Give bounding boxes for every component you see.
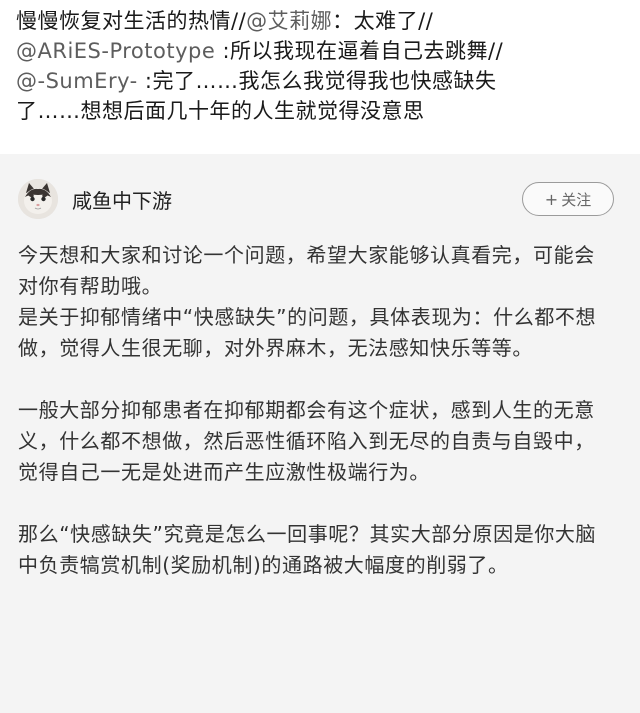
repost-text: ：太难了// bbox=[332, 9, 434, 33]
repost-line-4: 了……想想后面几十年的人生就觉得没意思 bbox=[16, 96, 624, 126]
mention-link[interactable]: @ARiES-Prototype bbox=[16, 39, 215, 63]
repost-chain: 慢慢恢复对生活的热情//@艾莉娜：太难了// @ARiES-Prototype … bbox=[0, 0, 640, 154]
mention-link[interactable]: @艾莉娜 bbox=[246, 9, 332, 33]
repost-text: 了……想想后面几十年的人生就觉得没意思 bbox=[16, 99, 425, 123]
post-paragraph: 是关于抑郁情绪中“快感缺失”的问题，具体表现为：什么都不想做，觉得人生很无聊，对… bbox=[18, 305, 597, 360]
follow-button[interactable]: + 关注 bbox=[522, 182, 614, 216]
follow-label: 关注 bbox=[561, 190, 592, 209]
repost-text: :完了……我怎么我觉得我也快感缺失 bbox=[137, 69, 497, 93]
repost-line-1: 慢慢恢复对生活的热情//@艾莉娜：太难了// bbox=[16, 6, 624, 36]
avatar[interactable] bbox=[18, 179, 58, 219]
repost-text: :所以我现在逼着自己去跳舞// bbox=[215, 39, 504, 63]
cat-avatar-icon bbox=[18, 179, 58, 219]
plus-icon: + bbox=[544, 189, 559, 209]
post-paragraph: 今天想和大家和讨论一个问题，希望大家能够认真看完，可能会对你有帮助哦。 bbox=[18, 243, 595, 298]
post-header: 咸鱼中下游 + 关注 bbox=[18, 174, 622, 224]
post-body: 今天想和大家和讨论一个问题，希望大家能够认真看完，可能会对你有帮助哦。 是关于抑… bbox=[18, 240, 622, 581]
repost-line-3: @-SumEry- :完了……我怎么我觉得我也快感缺失 bbox=[16, 66, 624, 96]
repost-line-2: @ARiES-Prototype :所以我现在逼着自己去跳舞// bbox=[16, 36, 624, 66]
post-paragraph: 一般大部分抑郁患者在抑郁期都会有这个症状，感到人生的无意义，什么都不想做，然后恶… bbox=[18, 398, 595, 484]
mention-link[interactable]: @-SumEry- bbox=[16, 69, 138, 93]
original-post-card[interactable]: 咸鱼中下游 + 关注 今天想和大家和讨论一个问题，希望大家能够认真看完，可能会对… bbox=[0, 154, 640, 713]
repost-text: 慢慢恢复对生活的热情// bbox=[16, 9, 247, 33]
username[interactable]: 咸鱼中下游 bbox=[72, 185, 522, 214]
post-paragraph: 那么“快感缺失”究竟是怎么一回事呢？其实大部分原因是你大脑中负责犒赏机制(奖励机… bbox=[18, 522, 597, 577]
